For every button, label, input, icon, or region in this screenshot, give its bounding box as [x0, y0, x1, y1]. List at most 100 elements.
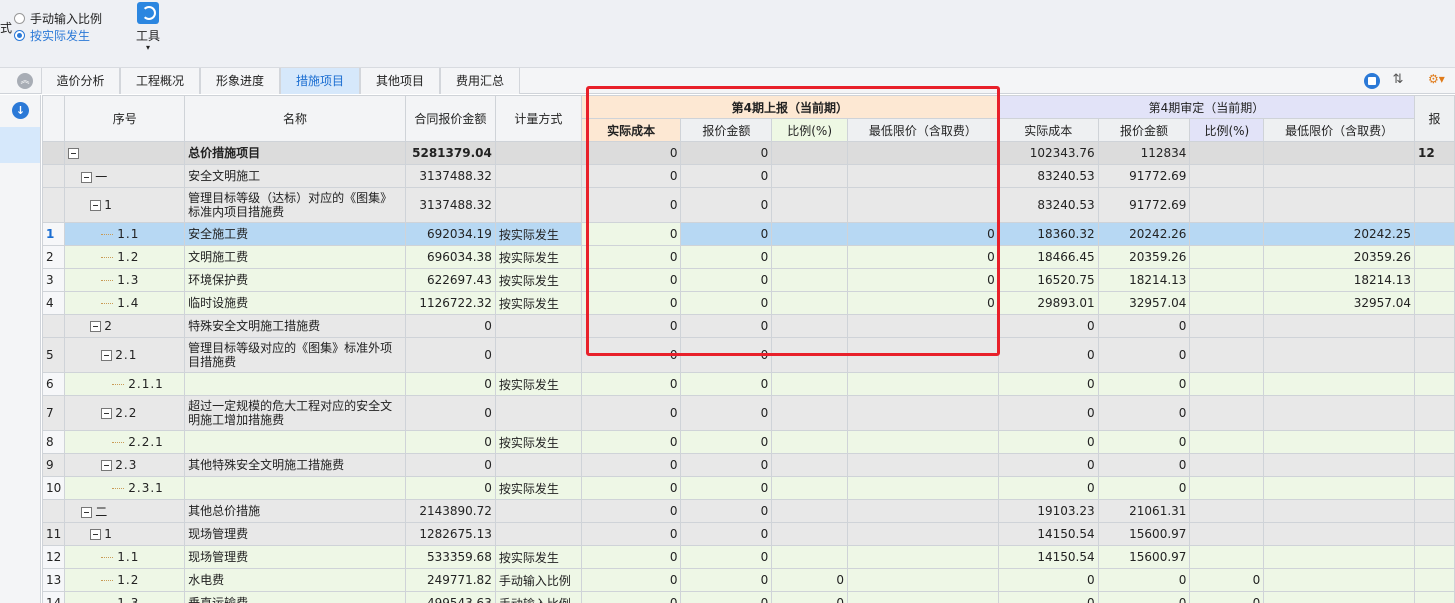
report-actual-cost-cell[interactable]: 0: [580, 395, 682, 431]
review-min-price-cell[interactable]: [1263, 187, 1416, 223]
review-min-price-cell[interactable]: [1263, 337, 1416, 373]
report-actual-cost-header[interactable]: 实际成本: [580, 118, 682, 142]
report-actual-cost-cell[interactable]: 0: [580, 245, 682, 269]
report-min-price-cell[interactable]: [847, 314, 999, 338]
review-ratio-cell[interactable]: [1189, 453, 1265, 477]
table-row[interactable]: 13 1.2 水电费 249771.82 手动输入比例 0 0 0 0 0 0: [42, 568, 1455, 592]
collapse-toggle-icon[interactable]: [90, 529, 102, 540]
seq-cell[interactable]: 1.2: [64, 245, 186, 269]
review-quote-cell[interactable]: 0: [1097, 337, 1191, 373]
review-ratio-cell[interactable]: [1189, 141, 1265, 165]
review-ratio-cell[interactable]: 0: [1189, 568, 1265, 592]
tab-project-overview[interactable]: 工程概况: [120, 68, 200, 94]
seq-cell[interactable]: 二: [64, 499, 186, 523]
review-actual-cost-cell[interactable]: 0: [997, 314, 1099, 338]
review-ratio-cell[interactable]: [1189, 476, 1265, 500]
review-min-price-cell[interactable]: [1263, 372, 1416, 396]
seq-cell[interactable]: 一: [64, 164, 186, 188]
review-actual-cost-cell[interactable]: 19103.23: [997, 499, 1099, 523]
contract-amount-cell[interactable]: 1282675.13: [404, 522, 496, 546]
name-cell[interactable]: 水电费: [184, 568, 406, 592]
report-min-price-cell[interactable]: [847, 395, 999, 431]
review-actual-cost-cell[interactable]: 83240.53: [997, 164, 1099, 188]
name-cell[interactable]: [184, 476, 406, 500]
review-ratio-cell[interactable]: [1189, 522, 1265, 546]
report-ratio-cell[interactable]: [771, 291, 849, 315]
review-actual-cost-cell[interactable]: 0: [997, 453, 1099, 477]
review-min-price-cell[interactable]: [1263, 476, 1416, 500]
report-ratio-header[interactable]: 比例(%): [771, 118, 849, 142]
review-quote-cell[interactable]: 0: [1097, 395, 1191, 431]
name-cell[interactable]: 管理目标等级对应的《图集》标准外项目措施费: [184, 337, 406, 373]
tab-measures[interactable]: 措施项目: [280, 68, 360, 94]
report-quote-header[interactable]: 报价金额: [680, 118, 773, 142]
measure-method-cell[interactable]: [494, 187, 582, 223]
report-actual-cost-cell[interactable]: 0: [580, 453, 682, 477]
review-min-price-cell[interactable]: [1263, 141, 1416, 165]
seq-header[interactable]: 序号: [64, 95, 186, 142]
name-cell[interactable]: 临时设施费: [184, 291, 406, 315]
seq-cell[interactable]: 2.3.1: [64, 476, 186, 500]
measure-method-cell[interactable]: 按实际发生: [494, 430, 582, 454]
review-ratio-cell[interactable]: 0: [1189, 591, 1265, 603]
review-actual-cost-header[interactable]: 实际成本: [997, 118, 1099, 142]
report-ratio-cell[interactable]: 0: [771, 568, 849, 592]
report-ratio-cell[interactable]: [771, 395, 849, 431]
report-ratio-cell[interactable]: [771, 337, 849, 373]
report-ratio-cell[interactable]: [771, 453, 849, 477]
review-actual-cost-cell[interactable]: 29893.01: [997, 291, 1099, 315]
report-quote-cell[interactable]: 0: [680, 591, 773, 603]
report-min-price-cell[interactable]: [847, 372, 999, 396]
report-actual-cost-cell[interactable]: 0: [580, 337, 682, 373]
report-ratio-cell[interactable]: [771, 372, 849, 396]
contract-amount-cell[interactable]: 0: [404, 337, 496, 373]
review-min-price-cell[interactable]: 32957.04: [1263, 291, 1416, 315]
name-cell[interactable]: 现场管理费: [184, 545, 406, 569]
report-min-price-cell[interactable]: [847, 545, 999, 569]
report-min-price-cell[interactable]: [847, 453, 999, 477]
table-row[interactable]: 10 2.3.1 0 按实际发生 0 0 0 0: [42, 476, 1455, 500]
seq-cell[interactable]: 1: [64, 522, 186, 546]
review-ratio-cell[interactable]: [1189, 499, 1265, 523]
name-cell[interactable]: 垂直运输费: [184, 591, 406, 603]
report-quote-cell[interactable]: 0: [680, 187, 773, 223]
report-quote-cell[interactable]: 0: [680, 522, 773, 546]
contract-amount-header[interactable]: 合同报价金额: [404, 95, 496, 142]
review-min-price-cell[interactable]: [1263, 568, 1416, 592]
review-actual-cost-cell[interactable]: 14150.54: [997, 522, 1099, 546]
table-row[interactable]: 7 2.2 超过一定规模的危大工程对应的安全文明施工增加措施费 0 0 0 0 0: [42, 395, 1455, 431]
table-row[interactable]: 12 1.1 现场管理费 533359.68 按实际发生 0 0 14150.54 15600.…: [42, 545, 1455, 569]
report-quote-cell[interactable]: 0: [680, 222, 773, 246]
measure-method-cell[interactable]: [494, 395, 582, 431]
review-actual-cost-cell[interactable]: 0: [997, 372, 1099, 396]
report-actual-cost-cell[interactable]: 0: [580, 430, 682, 454]
report-min-price-cell[interactable]: [847, 499, 999, 523]
contract-amount-cell[interactable]: 499543.63: [404, 591, 496, 603]
report-actual-cost-cell[interactable]: 0: [580, 222, 682, 246]
review-actual-cost-cell[interactable]: 0: [997, 476, 1099, 500]
name-cell[interactable]: 其他特殊安全文明施工措施费: [184, 453, 406, 477]
measure-method-cell[interactable]: 按实际发生: [494, 476, 582, 500]
seq-cell[interactable]: [64, 141, 186, 165]
report-actual-cost-cell[interactable]: 0: [580, 268, 682, 292]
report-quote-cell[interactable]: 0: [680, 476, 773, 500]
contract-amount-cell[interactable]: 2143890.72: [404, 499, 496, 523]
measure-method-cell[interactable]: 按实际发生: [494, 222, 582, 246]
name-header[interactable]: 名称: [184, 95, 406, 142]
contract-amount-cell[interactable]: 3137488.32: [404, 164, 496, 188]
report-actual-cost-cell[interactable]: 0: [580, 591, 682, 603]
table-row[interactable]: 1 管理目标等级（达标）对应的《图集》标准内项目措施费 3137488.32 0 0 83…: [42, 187, 1455, 223]
report-ratio-cell[interactable]: [771, 245, 849, 269]
name-cell[interactable]: 其他总价措施: [184, 499, 406, 523]
review-ratio-cell[interactable]: [1189, 187, 1265, 223]
review-quote-cell[interactable]: 32957.04: [1097, 291, 1191, 315]
report-actual-cost-cell[interactable]: 0: [580, 141, 682, 165]
seq-cell[interactable]: 2: [64, 314, 186, 338]
report-ratio-cell[interactable]: [771, 268, 849, 292]
review-actual-cost-cell[interactable]: 18360.32: [997, 222, 1099, 246]
seq-cell[interactable]: 1.1: [64, 545, 186, 569]
seq-cell[interactable]: 2.1.1: [64, 372, 186, 396]
review-min-price-cell[interactable]: [1263, 164, 1416, 188]
tab-progress[interactable]: 形象进度: [200, 68, 280, 94]
seq-cell[interactable]: 2.3: [64, 453, 186, 477]
